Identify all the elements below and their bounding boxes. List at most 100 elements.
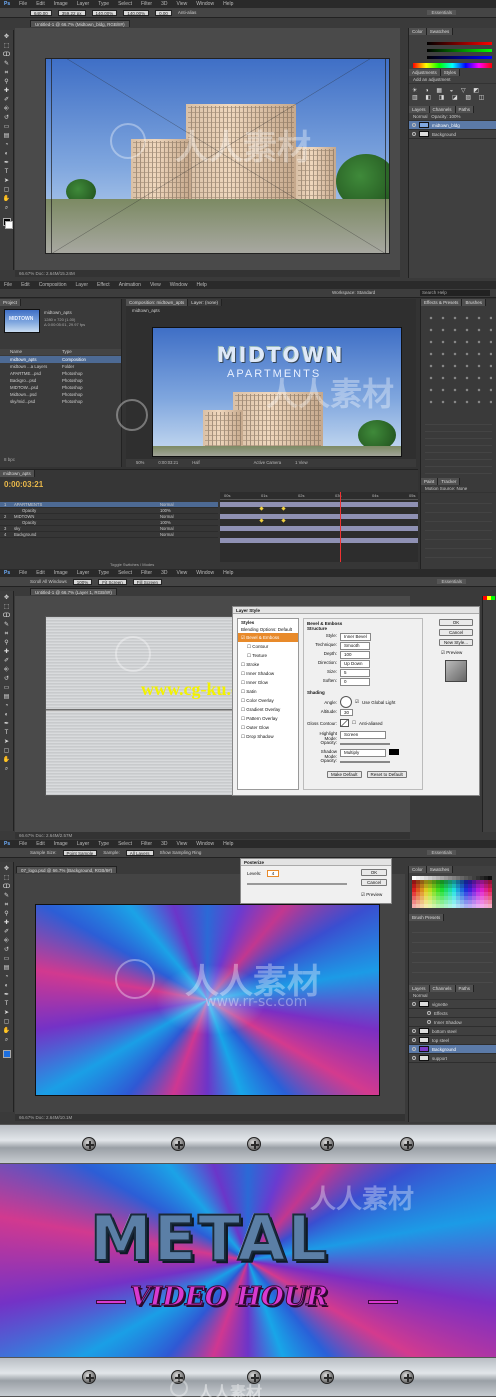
project-row[interactable]: midtown_apts Composition	[0, 356, 121, 363]
reset-default-button[interactable]: Reset to Default	[366, 771, 407, 778]
layer-row[interactable]: vignette	[409, 1000, 496, 1009]
visibility-eye-icon[interactable]	[427, 1020, 431, 1024]
blur-tool-icon[interactable]: ◔	[3, 974, 11, 980]
visibility-eye-icon[interactable]	[412, 1002, 416, 1006]
adjustment-icons[interactable]: ☀ ◑ ▦ ◒ ▽ ◩ ▥ ◧ ◨ ◪ ▨ ◫	[409, 84, 496, 106]
menu-edit[interactable]: Edit	[36, 841, 45, 847]
menu-window[interactable]: Window	[196, 841, 214, 847]
menu-select[interactable]: Select	[118, 841, 132, 847]
swatch-strip[interactable]	[483, 596, 496, 600]
zoom-tool-icon[interactable]: ⌕	[3, 205, 11, 211]
preview-checkbox[interactable]: ☑ Preview	[441, 650, 462, 656]
menu-window[interactable]: Window	[196, 1, 214, 7]
camera-select[interactable]: Active Camera	[254, 459, 281, 467]
menu-image[interactable]: Image	[54, 570, 68, 576]
menu-filter[interactable]: Filter	[141, 841, 152, 847]
marquee-tool-icon[interactable]: ⬚	[3, 43, 11, 49]
resolution-select[interactable]: Half	[192, 459, 199, 467]
eraser-tool-icon[interactable]: ▭	[3, 685, 11, 691]
menu-file[interactable]: File	[19, 1, 27, 7]
gloss-contour-picker[interactable]	[340, 719, 349, 727]
width-field[interactable]: 640.00	[30, 9, 52, 16]
blur-tool-icon[interactable]: ◔	[3, 703, 11, 709]
levels-slider[interactable]	[247, 883, 347, 885]
tab-styles[interactable]: Styles	[440, 69, 461, 76]
highlight-mode-select[interactable]: Screen	[340, 731, 386, 739]
view-layout-select[interactable]: 1 View	[295, 459, 308, 467]
tab-brush-presets[interactable]: Brush Presets	[409, 914, 445, 921]
marquee-tool-icon[interactable]: ⬚	[3, 875, 11, 881]
opacity-value[interactable]: Opacity: 100%	[431, 114, 460, 119]
playhead[interactable]	[340, 492, 341, 562]
layer-row[interactable]: support	[409, 1054, 496, 1063]
tab-timeline[interactable]: midtown_apts	[0, 470, 35, 477]
quick-select-tool-icon[interactable]: ✎	[3, 622, 11, 628]
color-swatch[interactable]	[488, 904, 492, 908]
tab-swatches[interactable]: Swatches	[426, 28, 454, 35]
workspace-switcher[interactable]: Essentials	[437, 579, 466, 584]
menu-3d[interactable]: 3D	[161, 841, 167, 847]
menu-help[interactable]: Help	[223, 1, 233, 7]
gradient-tool-icon[interactable]: ▤	[3, 133, 11, 139]
shape-tool-icon[interactable]: ▢	[3, 748, 11, 754]
color-sliders[interactable]	[409, 35, 496, 69]
visibility-eye-icon[interactable]	[412, 1038, 416, 1042]
dodge-tool-icon[interactable]: ◐	[3, 712, 11, 718]
menu-edit[interactable]: Edit	[36, 570, 45, 576]
style-option[interactable]: ☐ Gradient Overlay	[238, 705, 298, 714]
menu-file[interactable]: File	[19, 841, 27, 847]
menu-edit[interactable]: Edit	[36, 1, 45, 7]
menu-effect[interactable]: Effect	[97, 282, 110, 288]
keyframe-icon[interactable]	[259, 506, 264, 511]
highlight-opacity-slider[interactable]	[340, 743, 390, 745]
blend-mode-select[interactable]: Normal	[409, 992, 496, 1000]
tab-color[interactable]: Color	[409, 28, 427, 35]
project-row[interactable]: midtown ...a Layers Folder	[0, 363, 121, 370]
swatches-grid[interactable]	[412, 876, 492, 908]
field-value[interactable]: 5	[340, 669, 370, 677]
field-value[interactable]: 0	[340, 678, 370, 686]
visibility-eye-icon[interactable]	[412, 123, 416, 127]
move-tool-icon[interactable]: ✥	[3, 34, 11, 40]
cancel-button[interactable]: Cancel	[439, 629, 473, 636]
shape-tool-icon[interactable]: ▢	[3, 187, 11, 193]
tab-paths[interactable]: Paths	[455, 106, 475, 113]
visibility-eye-icon[interactable]	[412, 1047, 416, 1051]
column-type[interactable]: Type	[62, 349, 72, 355]
ok-button[interactable]: OK	[439, 619, 473, 626]
global-light-checkbox[interactable]: ☑	[355, 699, 359, 705]
brush-tool-icon[interactable]: ✐	[3, 97, 11, 103]
field-value[interactable]: 100	[340, 651, 370, 659]
keyframe-icon[interactable]	[259, 518, 264, 523]
menu-type[interactable]: Type	[98, 841, 109, 847]
menu-animation[interactable]: Animation	[119, 282, 141, 288]
stamp-tool-icon[interactable]: ⎆	[3, 667, 11, 673]
eyedropper-tool-icon[interactable]: ⚲	[3, 911, 11, 917]
tab-adjustments[interactable]: Adjustments	[409, 69, 441, 76]
style-option[interactable]: ☐ Drop Shadow	[238, 732, 298, 741]
path-select-icon[interactable]: ➤	[3, 739, 11, 745]
menu-layer[interactable]: Layer	[77, 1, 90, 7]
stamp-tool-icon[interactable]: ⎆	[3, 938, 11, 944]
style-option[interactable]: ☐ Stroke	[238, 660, 298, 669]
shape-tool-icon[interactable]: ▢	[3, 1019, 11, 1025]
hand-tool-icon[interactable]: ✋	[3, 1028, 11, 1034]
cancel-button[interactable]: Cancel	[361, 879, 387, 886]
new-style-button[interactable]: New Style...	[439, 639, 473, 646]
column-name[interactable]: Name	[0, 349, 22, 354]
visibility-eye-icon[interactable]	[412, 1029, 416, 1033]
sampling-ring-checkbox[interactable]: Show Sampling Ring	[160, 850, 202, 855]
scale-y-field[interactable]: 140.00%	[123, 9, 150, 16]
stamp-tool-icon[interactable]: ⎆	[3, 106, 11, 112]
styles-header[interactable]: Styles	[238, 619, 298, 626]
menu-select[interactable]: Select	[118, 570, 132, 576]
style-option[interactable]: ☐ Satin	[238, 687, 298, 696]
altitude-field[interactable]: 30	[340, 709, 354, 716]
path-select-icon[interactable]: ➤	[3, 178, 11, 184]
tab-swatches[interactable]: Swatches	[426, 866, 454, 873]
menu-view[interactable]: View	[177, 1, 188, 7]
menu-help[interactable]: Help	[196, 282, 206, 288]
tab-channels[interactable]: Channels	[429, 985, 456, 992]
tab-layer[interactable]: Layer: (none)	[188, 299, 223, 306]
fill-screen-button[interactable]: Fill Screen	[132, 578, 163, 585]
